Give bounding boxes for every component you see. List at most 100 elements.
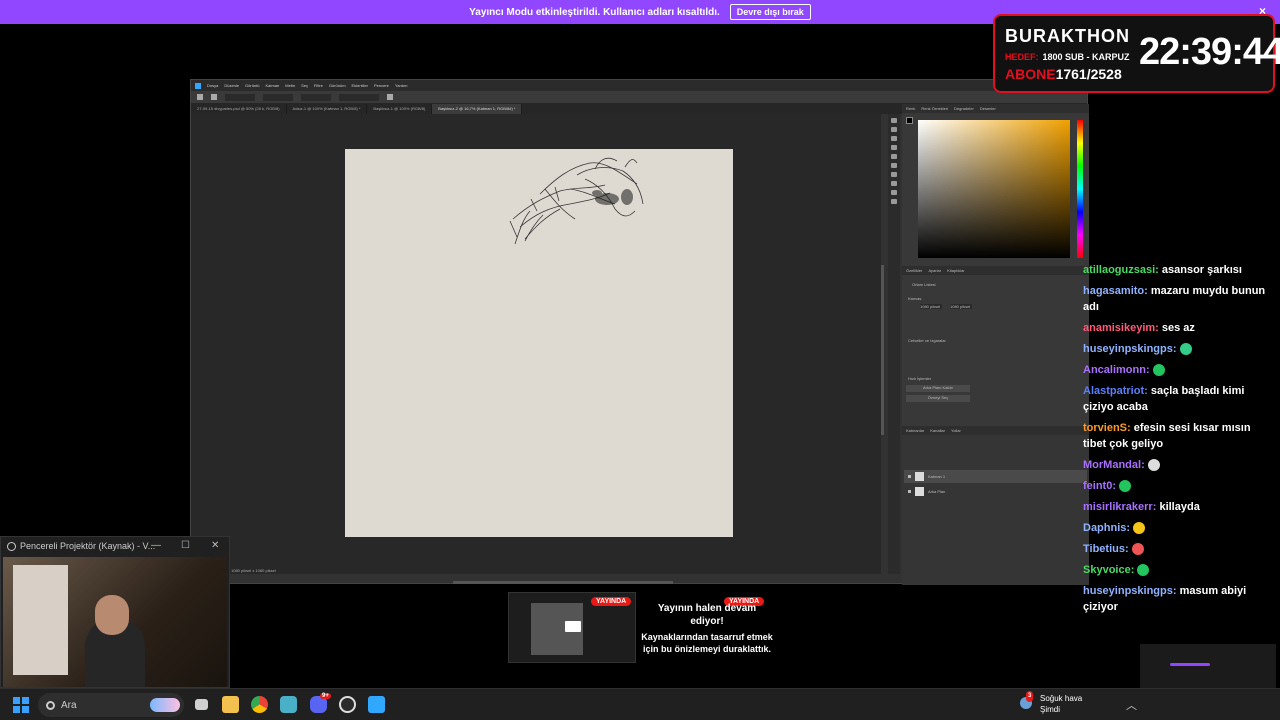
drawing-canvas[interactable]	[345, 149, 733, 537]
task-view-icon[interactable]	[195, 699, 208, 710]
tab-libraries[interactable]: Kitaplıklar	[947, 268, 965, 273]
hue-slider[interactable]	[1077, 120, 1083, 258]
tab-layers[interactable]: Katmanlar	[906, 428, 924, 433]
chat-username[interactable]: Tibetius	[1083, 543, 1125, 555]
panel-icon[interactable]	[891, 145, 897, 150]
menu-item[interactable]: Düzenle	[224, 83, 239, 88]
horizontal-scrollbar[interactable]	[453, 581, 673, 584]
chat-emote-icon	[1147, 459, 1160, 472]
file-explorer-icon[interactable]	[222, 696, 239, 713]
panel-icon[interactable]	[891, 136, 897, 141]
chat-username[interactable]: huseyinpskingps	[1083, 585, 1173, 597]
tab-patterns[interactable]: Desenler	[980, 106, 996, 111]
panel-icon[interactable]	[891, 118, 897, 123]
remove-background-button[interactable]: Arka Planı Kaldır	[906, 385, 970, 392]
chat-username[interactable]: misirlikrakerr	[1083, 501, 1153, 513]
chat-message: Daphnis:	[1083, 520, 1273, 536]
menu-item[interactable]: Seç	[301, 83, 308, 88]
chat-username[interactable]: huseyinpskingps	[1083, 343, 1173, 355]
maximize-icon[interactable]: ☐	[181, 540, 190, 551]
minimize-icon[interactable]: —	[151, 540, 161, 551]
tab-paths[interactable]: Yollar	[951, 428, 961, 433]
panel-icon[interactable]	[891, 154, 897, 159]
eye-icon[interactable]	[908, 490, 911, 493]
weather-widget[interactable]: 3 Soğuk hava Şimdi	[1020, 691, 1082, 715]
document-tab[interactable]: 27-09-15 divyparles.psd @ 50% (28 k, RGB…	[191, 104, 287, 114]
chat-message: atillaoguzsasi: asansor şarkısı	[1083, 262, 1273, 278]
foreground-color-swatch[interactable]	[906, 117, 913, 124]
chevron-up-icon[interactable]: ︿	[1126, 697, 1137, 713]
chat-input-area[interactable]	[1140, 644, 1276, 690]
height-field[interactable]: 1080 piksel	[950, 304, 972, 309]
chat-username[interactable]: Skyvoice	[1083, 564, 1131, 576]
panel-icon[interactable]	[891, 181, 897, 186]
chat-message: anamisikeyim: ses az	[1083, 320, 1273, 336]
layer-row[interactable]: Katman 1	[904, 470, 1087, 483]
smoothing-field[interactable]	[339, 93, 379, 101]
chat-separator: :	[1112, 480, 1120, 492]
chat-separator: :	[1172, 343, 1180, 355]
tab-gradients[interactable]: Degradeler	[954, 106, 974, 111]
menu-item[interactable]: Eklentiler	[352, 83, 368, 88]
search-label: Ara	[61, 699, 77, 711]
app-icon[interactable]	[280, 696, 297, 713]
tab-channels[interactable]: Kanallar	[930, 428, 945, 433]
tab-adjustments[interactable]: Ayarlar	[928, 268, 941, 273]
menu-item[interactable]: Görüntü	[245, 83, 259, 88]
document-tab-active[interactable]: Başlıksız-2 @ 16,7% (Katman 1, RGB/8#) *	[432, 104, 523, 114]
overlay-title: BURAKTHON	[1005, 26, 1130, 46]
menu-item[interactable]: Yardım	[395, 83, 408, 88]
panel-icon[interactable]	[891, 199, 897, 204]
chat-separator: :	[1124, 543, 1132, 555]
close-icon[interactable]: ✕	[211, 540, 219, 551]
tab-properties[interactable]: Özellikler	[906, 268, 922, 273]
chrome-icon[interactable]	[251, 696, 268, 713]
search-highlight-icon	[150, 698, 180, 712]
chat-emote-icon	[1133, 522, 1146, 535]
taskbar-search[interactable]: Ara	[38, 693, 184, 717]
document-tab[interactable]: Başlıksız-1 @ 100% (RGB/8)	[367, 104, 433, 114]
select-subject-button[interactable]: Özneyi Seç	[906, 395, 970, 402]
eye-icon[interactable]	[908, 475, 911, 478]
brush-tool-icon[interactable]	[211, 94, 217, 100]
start-icon[interactable]	[13, 697, 29, 713]
photoshop-icon[interactable]	[368, 696, 385, 713]
width-field[interactable]: 1080 piksel	[920, 304, 942, 309]
menu-item[interactable]: Metin	[285, 83, 295, 88]
panel-icon[interactable]	[891, 127, 897, 132]
color-picker-field[interactable]	[918, 120, 1070, 258]
brush-preset-picker[interactable]	[225, 93, 255, 101]
chat-message: feint0:	[1083, 478, 1273, 494]
tab-swatches[interactable]: Renk Örnekleri	[921, 106, 948, 111]
chat-username[interactable]: atillaoguzsasi	[1083, 264, 1155, 276]
chat-username[interactable]: hagasamito	[1083, 285, 1144, 297]
menu-item[interactable]: Filtre	[314, 83, 323, 88]
chat-username[interactable]: anamisikeyim	[1083, 322, 1155, 334]
tab-color[interactable]: Renk	[906, 106, 915, 111]
preview-paused-thumbnail: YAYINDA	[508, 592, 636, 663]
home-icon[interactable]	[197, 94, 203, 100]
menu-item[interactable]: Dosya	[207, 83, 218, 88]
panel-icon[interactable]	[891, 172, 897, 177]
layer-row[interactable]: Arka Plan	[904, 485, 1087, 498]
chat-username[interactable]: Alastpatriot	[1083, 385, 1144, 397]
panel-icon[interactable]	[891, 190, 897, 195]
menu-item[interactable]: Pencere	[374, 83, 389, 88]
target-label: HEDEF:	[1005, 52, 1039, 62]
chat-username[interactable]: MorMandal	[1083, 459, 1141, 471]
menu-item[interactable]: Görünüm	[329, 83, 346, 88]
ps-workspace[interactable]: 1080 piksel x 1080 piksel	[191, 114, 881, 574]
opacity-field[interactable]	[263, 93, 293, 101]
chat-username[interactable]: Daphnis	[1083, 522, 1126, 534]
chat-username[interactable]: feint0	[1083, 480, 1112, 492]
flow-field[interactable]	[301, 93, 331, 101]
disable-streamer-mode-button[interactable]: Devre dışı bırak	[729, 4, 811, 20]
document-tab[interactable]: Adsız-1 @ 100% (Katman 1, RGB/8) *	[287, 104, 368, 114]
symmetry-icon[interactable]	[387, 94, 393, 100]
obs-taskbar-icon[interactable]	[339, 696, 356, 713]
chat-username[interactable]: Ancalimonn	[1083, 364, 1146, 376]
vertical-scrollbar[interactable]	[881, 265, 884, 435]
panel-icon[interactable]	[891, 163, 897, 168]
chat-username[interactable]: torvienS	[1083, 422, 1127, 434]
menu-item[interactable]: Katman	[265, 83, 279, 88]
